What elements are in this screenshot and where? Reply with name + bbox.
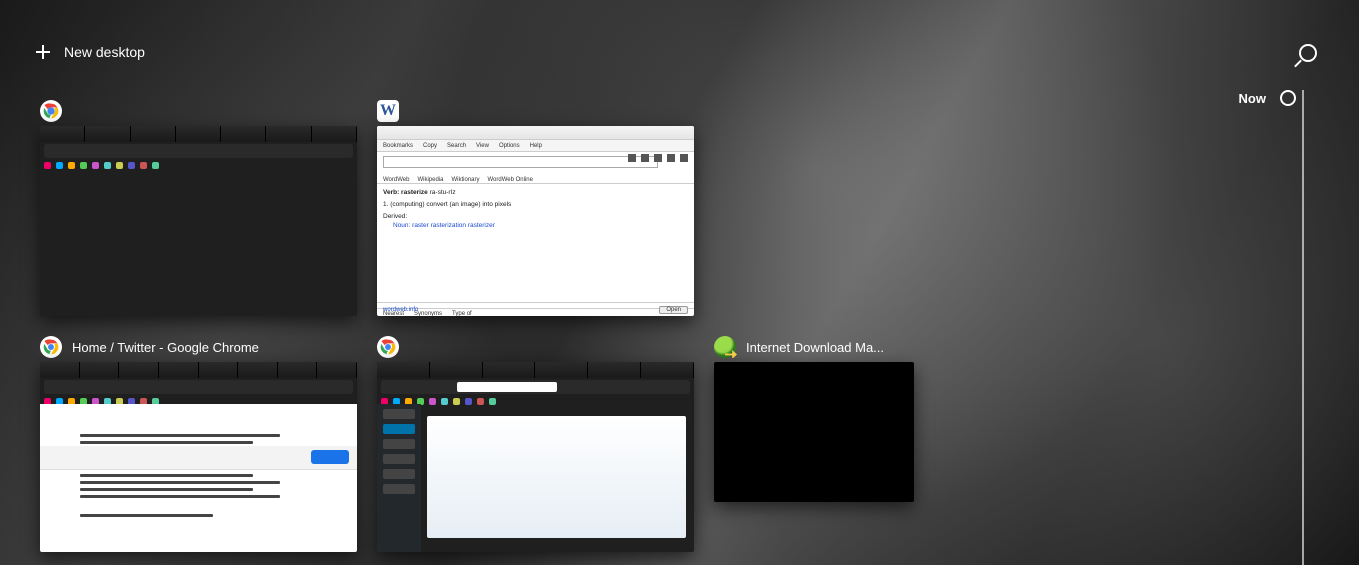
window-thumbnail (40, 362, 357, 552)
timeline-now-marker[interactable]: Now (1239, 90, 1329, 106)
search-button[interactable] (1299, 44, 1317, 62)
timeline-dot-icon (1280, 90, 1296, 106)
wordweb-icon: W (377, 100, 399, 122)
window-title: Internet Download Ma... (746, 340, 884, 355)
idm-icon (714, 336, 736, 358)
chrome-icon (377, 336, 399, 358)
chrome-icon (40, 336, 62, 358)
chrome-icon (40, 100, 62, 122)
task-view-grid: W BookmarksCopySearchViewOptionsHelp Wor… (40, 100, 914, 552)
window-thumbnail (377, 362, 694, 552)
new-desktop-button[interactable]: New desktop (36, 44, 145, 60)
window-tile-idm[interactable]: Internet Download Ma... (714, 336, 914, 552)
window-title: Home / Twitter - Google Chrome (72, 340, 259, 355)
timeline-track[interactable] (1302, 90, 1304, 565)
window-thumbnail (40, 126, 357, 316)
task-row: Home / Twitter - Google Chrome (40, 336, 914, 552)
window-tile-chrome-1[interactable] (40, 100, 357, 316)
window-tile-chrome-twitter[interactable]: Home / Twitter - Google Chrome (40, 336, 357, 552)
search-icon (1299, 44, 1317, 62)
window-thumbnail: BookmarksCopySearchViewOptionsHelp WordW… (377, 126, 694, 316)
plus-icon (36, 45, 50, 59)
window-tile-chrome-wp[interactable] (377, 336, 694, 552)
task-row: W BookmarksCopySearchViewOptionsHelp Wor… (40, 100, 914, 316)
window-tile-wordweb[interactable]: W BookmarksCopySearchViewOptionsHelp Wor… (377, 100, 694, 316)
timeline-now-label: Now (1239, 91, 1266, 106)
window-thumbnail (714, 362, 914, 502)
new-desktop-label: New desktop (64, 44, 145, 60)
